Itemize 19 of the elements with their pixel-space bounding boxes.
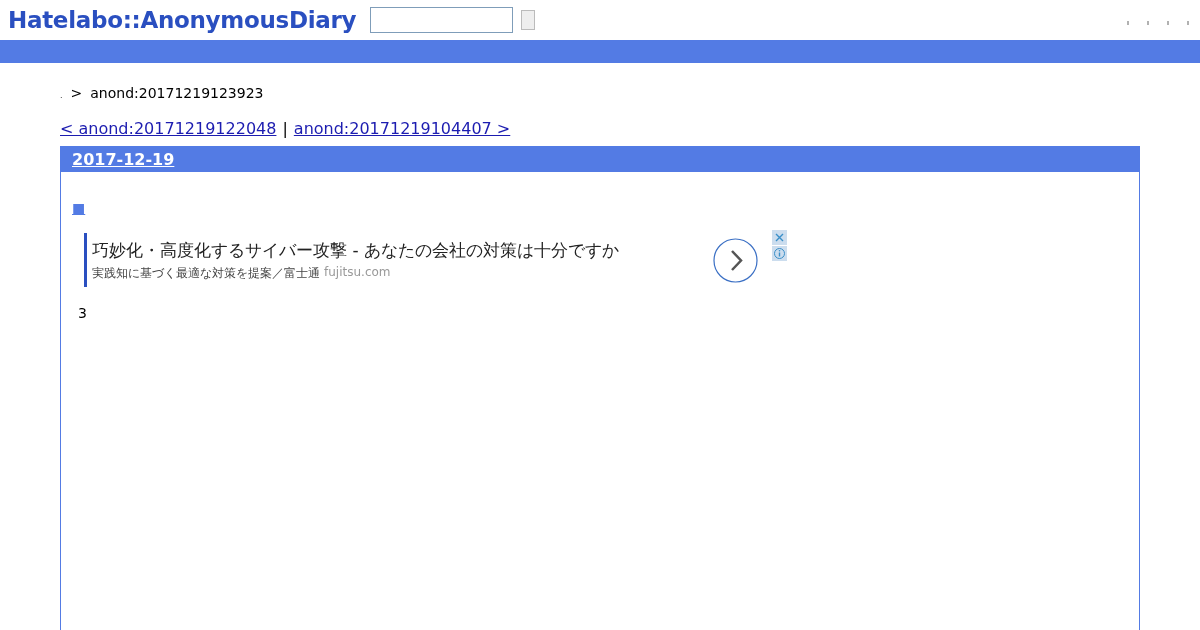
ad-headline[interactable]: 巧妙化・高度化するサイバー攻撃 - あなたの会社の対策は十分ですか — [92, 238, 703, 262]
breadcrumb-separator: > — [70, 85, 83, 101]
ad-banner[interactable]: 巧妙化・高度化するサイバー攻撃 - あなたの会社の対策は十分ですか 実践知に基づく最適な対策を提案／富士通 fujitsu.com — [84, 233, 758, 287]
chevron-icon[interactable] — [713, 237, 758, 283]
pager-separator: | — [282, 119, 288, 138]
info-icon[interactable] — [772, 246, 787, 261]
entry-text: 3 — [78, 305, 88, 321]
search-button[interactable] — [521, 10, 536, 30]
previous-entry-link[interactable]: < anond:20171219122048 — [60, 119, 277, 138]
ad-description: 実践知に基づく最適な対策を提案／富士通 — [92, 264, 320, 282]
date-link[interactable]: 2017-12-19 — [72, 150, 175, 169]
close-icon[interactable] — [772, 230, 787, 245]
search-field[interactable] — [370, 7, 514, 33]
site-logo[interactable]: Hatelabo::AnonymousDiary — [8, 7, 357, 33]
home-link[interactable]: . — [60, 91, 63, 100]
ad-domain: fujitsu.com — [324, 264, 391, 281]
next-entry-link[interactable]: anond:20171219104407 > — [293, 119, 511, 138]
breadcrumb-current: anond:20171219123923 — [90, 85, 264, 101]
section-link[interactable]: ■ — [72, 200, 86, 216]
